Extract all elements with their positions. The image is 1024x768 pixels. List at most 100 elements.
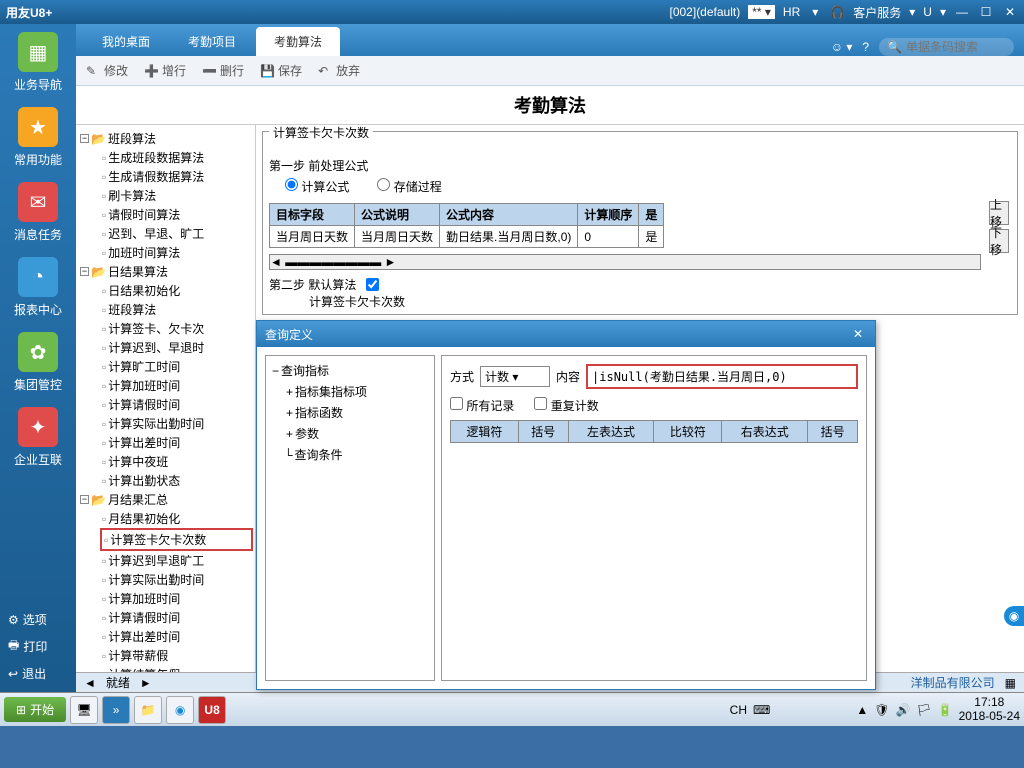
radio-proc[interactable]: 存储过程 — [377, 178, 441, 195]
help-icon[interactable]: ? — [862, 40, 869, 54]
tab-desktop[interactable]: 我的桌面 — [84, 27, 168, 56]
tab-project[interactable]: 考勤项目 — [170, 27, 254, 56]
tree-item[interactable]: ▫生成请假数据算法 — [100, 167, 253, 186]
keyboard-icon[interactable]: ⌨ — [753, 703, 770, 717]
search-input[interactable] — [906, 40, 1006, 54]
tree-item[interactable]: ▫计算签卡、欠卡次 — [100, 319, 253, 338]
print-link[interactable]: 🖶打印 — [8, 632, 68, 661]
discard-button[interactable]: ↶放弃 — [318, 62, 360, 79]
collapse-icon[interactable]: − — [80, 495, 89, 504]
tree-item[interactable]: ▫生成班段数据算法 — [100, 148, 253, 167]
exit-link[interactable]: ↩退出 — [8, 661, 68, 686]
minus-icon: ➖ — [202, 64, 216, 78]
maximize-button[interactable]: ☐ — [978, 5, 994, 19]
status-ready: 就绪 — [106, 674, 130, 691]
sidebar-item-nav[interactable]: ▦业务导航 — [14, 32, 62, 93]
tree-item[interactable]: ▫计算请假时间 — [100, 608, 253, 627]
delrow-button[interactable]: ➖删行 — [202, 62, 244, 79]
tree-item[interactable]: ▫计算中夜班 — [100, 452, 253, 471]
tray-icon[interactable]: 🔋 — [938, 703, 953, 717]
minimize-button[interactable]: — — [954, 5, 970, 19]
content-input[interactable]: |isNull(考勤日结果.当月周日,0) — [586, 364, 858, 389]
tree-item[interactable]: ▫计算出勤状态 — [100, 471, 253, 490]
tree-item[interactable]: ▫迟到、早退、旷工 — [100, 224, 253, 243]
tree-item[interactable]: ▫班段算法 — [100, 300, 253, 319]
collapse-icon[interactable]: − — [80, 267, 89, 276]
tree-item[interactable]: ▫计算加班时间 — [100, 376, 253, 395]
tree-item[interactable]: ▫请假时间算法 — [100, 205, 253, 224]
default-algo-checkbox[interactable] — [366, 278, 379, 291]
collapse-icon[interactable]: − — [80, 134, 89, 143]
sidebar-item-msg[interactable]: ✉消息任务 — [14, 182, 62, 243]
scrollbar[interactable]: ◄ ▬▬▬▬▬▬▬▬ ► — [269, 254, 981, 270]
tab-algorithm[interactable]: 考勤算法 — [256, 27, 340, 56]
task-icon[interactable]: 📁 — [134, 696, 162, 724]
algorithm-tree[interactable]: −📂班段算法 ▫生成班段数据算法 ▫生成请假数据算法 ▫刷卡算法 ▫请假时间算法… — [76, 125, 256, 672]
step1-label: 第一步 前处理公式 — [269, 157, 1011, 174]
tree-item[interactable]: ▫计算迟到早退旷工 — [100, 551, 253, 570]
tree-item[interactable]: ▫计算迟到、早退时 — [100, 338, 253, 357]
query-table[interactable]: 逻辑符括号左表达式 比较符右表达式括号 — [450, 420, 858, 443]
search-box[interactable]: 🔍 — [879, 38, 1014, 56]
clock-time[interactable]: 17:18 — [959, 696, 1020, 709]
service-link[interactable]: 客户服务 — [853, 4, 901, 21]
tree-item[interactable]: ▫计算加班时间 — [100, 589, 253, 608]
task-icon[interactable]: ◉ — [166, 696, 194, 724]
task-icon[interactable]: U8 — [198, 696, 226, 724]
tree-item[interactable]: ▫加班时间算法 — [100, 243, 253, 262]
tree-item-selected[interactable]: ▫计算签卡欠卡次数 — [100, 528, 253, 551]
tree-item[interactable]: ▫日结果初始化 — [100, 281, 253, 300]
search-icon: 🔍 — [887, 40, 902, 54]
smiley-icon[interactable]: ☺ ▾ — [831, 40, 853, 54]
tree-item[interactable]: ▫月结果初始化 — [100, 509, 253, 528]
save-button[interactable]: 💾保存 — [260, 62, 302, 79]
gear-icon: ⚙ — [8, 613, 19, 627]
sidebar-item-fav[interactable]: ★常用功能 — [14, 107, 62, 168]
mode-select[interactable]: 计数 ▾ — [480, 366, 550, 387]
letter-u[interactable]: U — [923, 5, 932, 19]
tray-icon[interactable]: 🔊 — [895, 703, 910, 717]
plus-icon: ➕ — [144, 64, 158, 78]
save-icon: 💾 — [260, 64, 274, 78]
dup-count-checkbox[interactable]: 重复计数 — [534, 397, 598, 414]
dialog-tree[interactable]: −查询指标 +指标集指标项 +指标函数 +参数 └查询条件 — [265, 355, 435, 681]
moveup-button[interactable]: 上移 — [989, 201, 1009, 225]
tree-item[interactable]: ▫计算实际出勤时间 — [100, 570, 253, 589]
formula-table[interactable]: 目标字段公式说明公式内容计算顺序是 当月周日天数当月周日天数勤日结果.当月周日数… — [269, 203, 664, 248]
tree-item[interactable]: ▫计算带薪假 — [100, 646, 253, 665]
movedown-button[interactable]: 下移 — [989, 229, 1009, 253]
task-icon[interactable]: » — [102, 696, 130, 724]
discard-icon: ↶ — [318, 64, 332, 78]
tree-item[interactable]: ▫计算旷工时间 — [100, 357, 253, 376]
addrow-button[interactable]: ➕增行 — [144, 62, 186, 79]
tree-item[interactable]: ▫刷卡算法 — [100, 186, 253, 205]
sidebar: ▦业务导航 ★常用功能 ✉消息任务 ◔报表中心 ✿集团管控 ✦企业互联 ⚙选项 … — [0, 24, 76, 692]
panel-title: 计算签卡欠卡次数 — [269, 125, 373, 141]
task-icon[interactable]: 🖥 — [70, 696, 98, 724]
radio-formula[interactable]: 计算公式 — [285, 178, 349, 195]
tree-item[interactable]: ▫计算出差时间 — [100, 627, 253, 646]
context-label: [002](default) — [670, 5, 741, 19]
titlebar: 用友U8+ [002](default) ** ▾ HR ▾ 🎧 客户服务 ▾ … — [0, 0, 1024, 24]
tray-icon[interactable]: 🏳 — [916, 703, 931, 717]
options-link[interactable]: ⚙选项 — [8, 607, 68, 632]
company-label: 洋制品有限公司 — [911, 674, 995, 691]
sidebar-item-report[interactable]: ◔报表中心 — [14, 257, 62, 318]
sidebar-item-ent[interactable]: ✦企业互联 — [14, 407, 62, 468]
context-dropdown[interactable]: ** ▾ — [748, 5, 775, 19]
tray-icon[interactable]: 🛡 — [874, 703, 889, 717]
folder-icon: 📂 — [91, 265, 106, 279]
lang-indicator[interactable]: CH — [730, 703, 747, 717]
close-button[interactable]: ✕ — [1002, 5, 1018, 19]
close-icon[interactable]: ✕ — [849, 325, 867, 343]
tree-item[interactable]: ▫计算请假时间 — [100, 395, 253, 414]
all-records-checkbox[interactable]: 所有记录 — [450, 397, 514, 414]
sidebar-item-group[interactable]: ✿集团管控 — [14, 332, 62, 393]
tree-item[interactable]: ▫计算结算年假 — [100, 665, 253, 672]
edit-button[interactable]: ✎修改 — [86, 62, 128, 79]
teamviewer-icon[interactable]: ◉ — [1004, 606, 1024, 626]
start-button[interactable]: ⊞开始 — [4, 697, 66, 722]
tree-item[interactable]: ▫计算出差时间 — [100, 433, 253, 452]
tree-item[interactable]: ▫计算实际出勤时间 — [100, 414, 253, 433]
dialog-title: 查询定义 — [265, 326, 313, 343]
